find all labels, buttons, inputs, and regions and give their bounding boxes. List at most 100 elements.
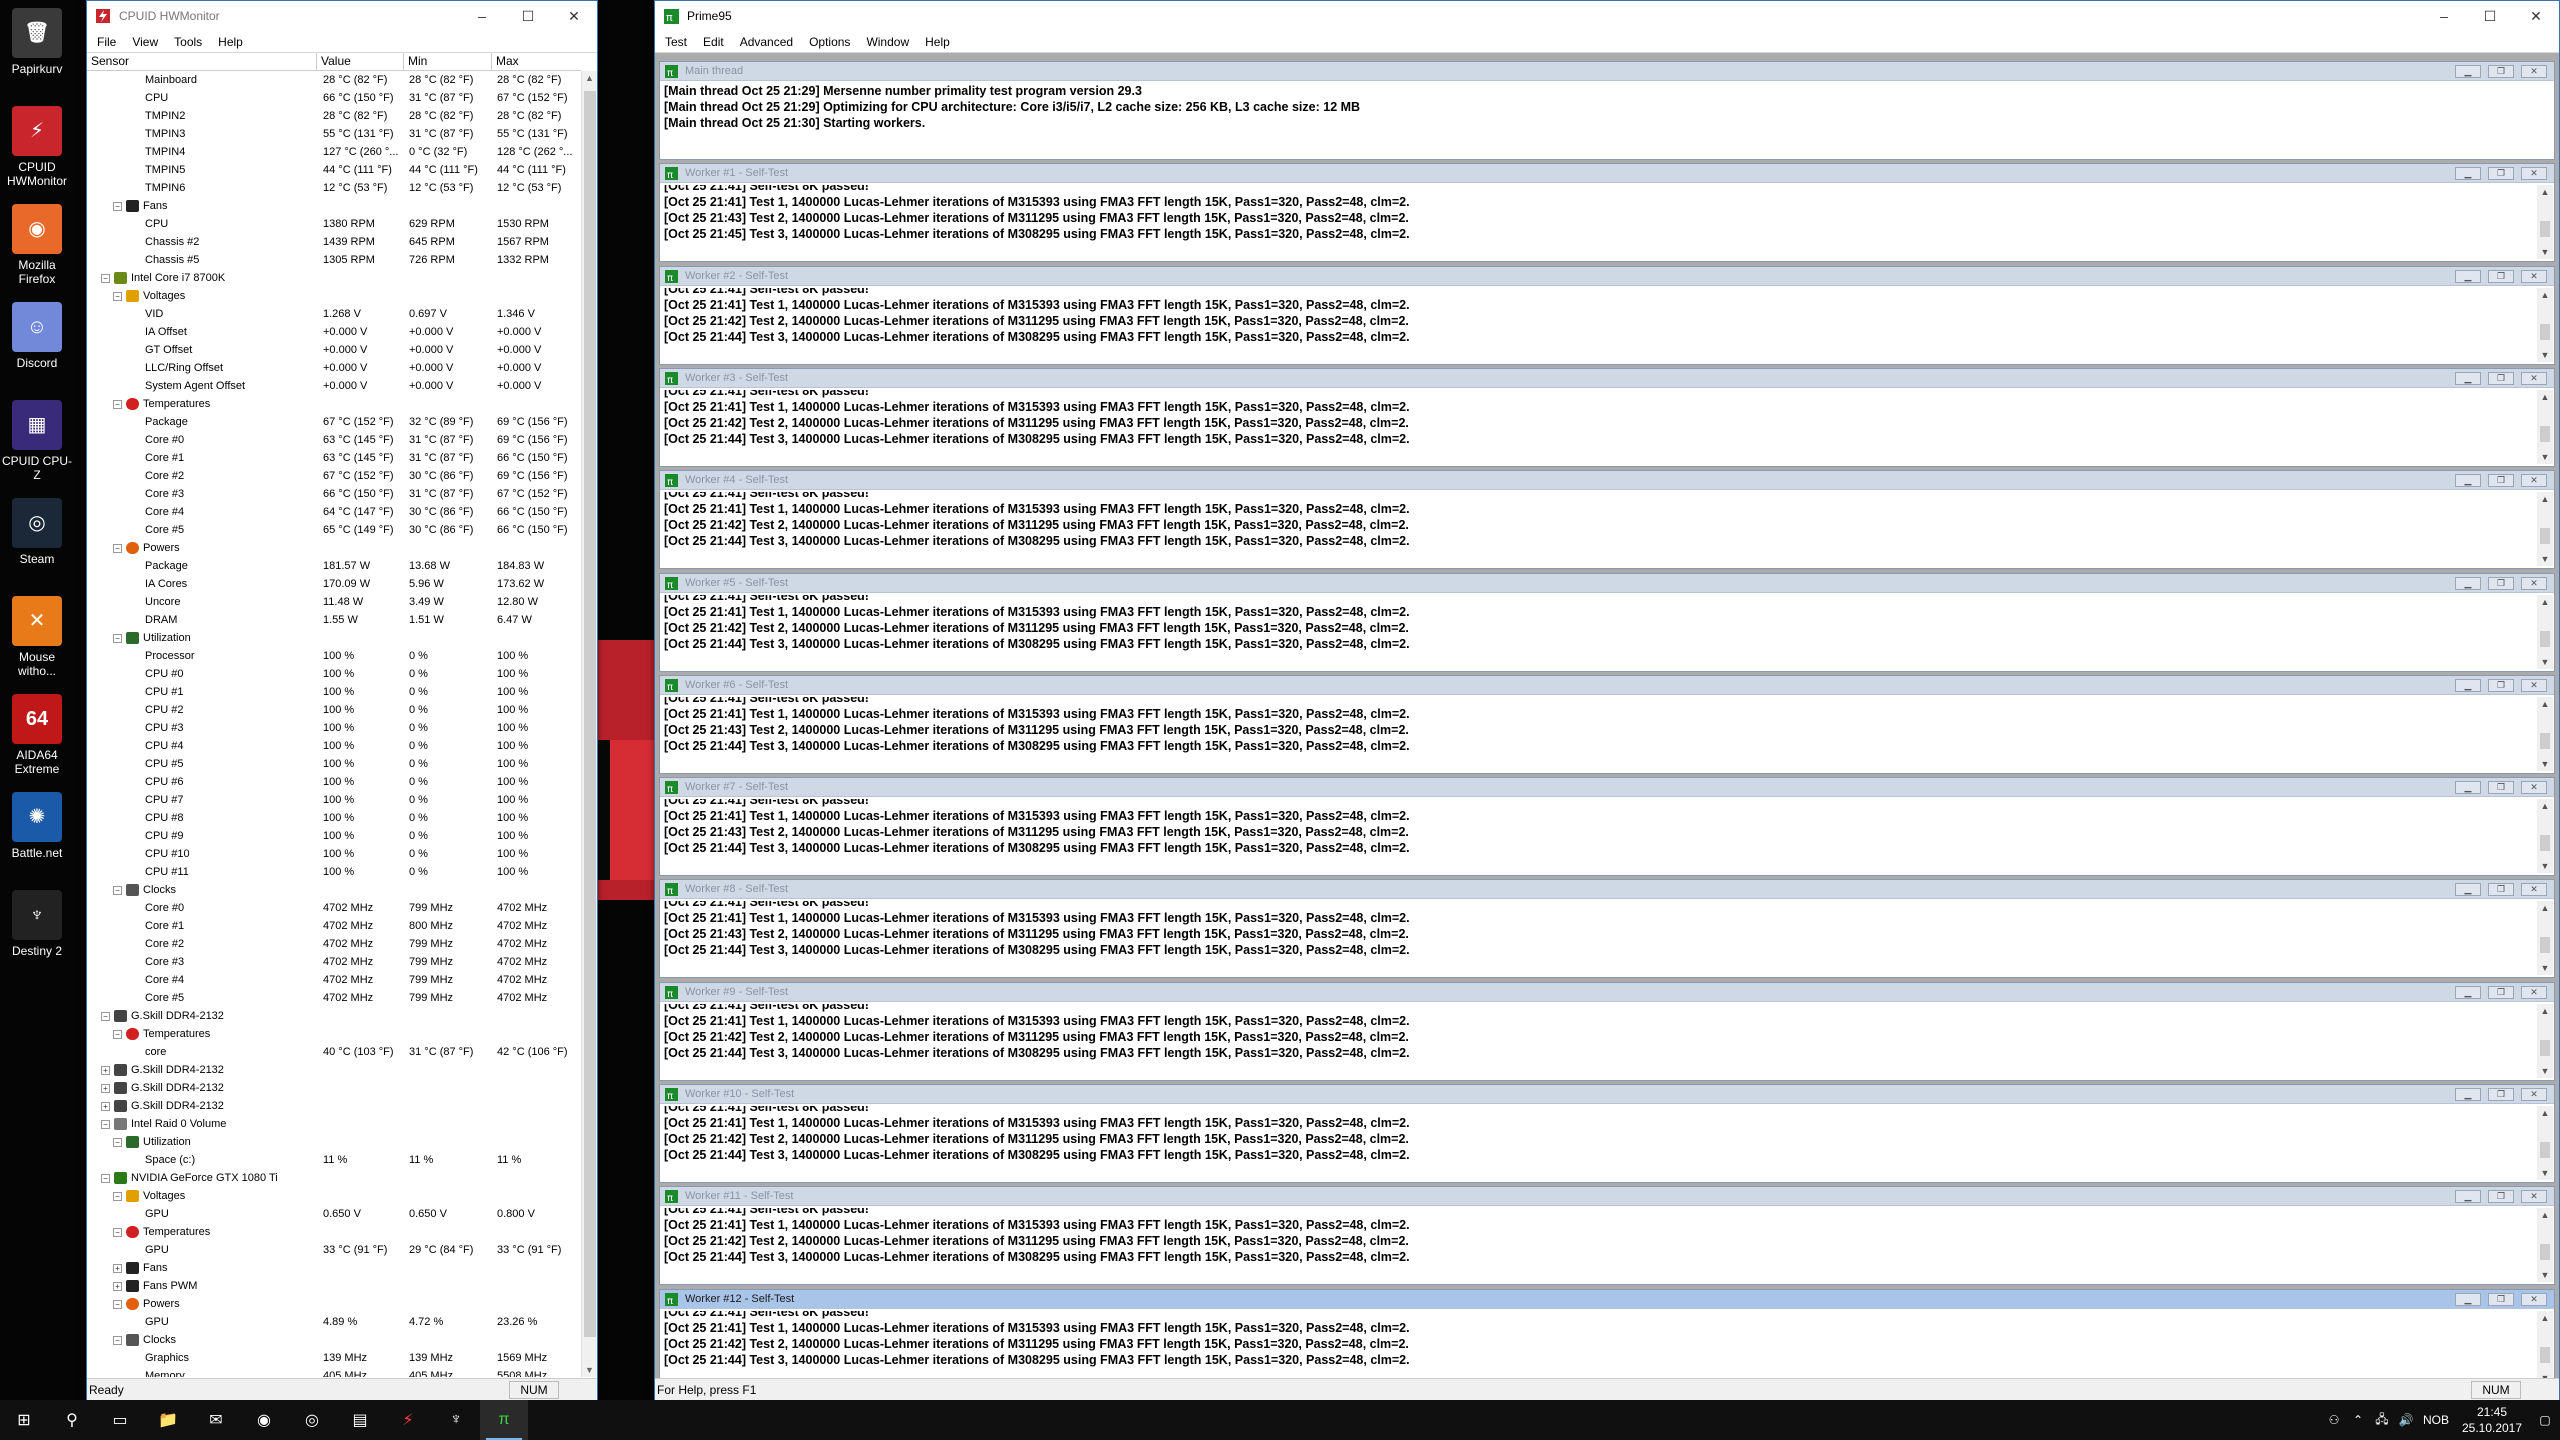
desktop-icon-hwmonitor[interactable]: ⚡ CPUID HWMonitor xyxy=(2,100,72,196)
desktop-icon-destiny2[interactable]: ♆ Destiny 2 xyxy=(2,884,72,980)
mdi-window-main-thread[interactable]: π Main thread ▁ ❐ ✕ [Main thread Oct 25 21:29… xyxy=(659,61,2555,160)
sensor-row[interactable]: TMPIN4 127 °C (260 °... 0 °C (32 °F) 128 °C… xyxy=(87,143,581,161)
sensor-row[interactable]: CPU #7 100 % 0 % 100 % xyxy=(87,791,581,809)
menu-advanced[interactable]: Advanced xyxy=(732,35,801,49)
mdi-window-worker-5-self-test[interactable]: π Worker #5 - Self-Test ▁ ❐ ✕ [Oct 25 21:41] … xyxy=(659,573,2555,672)
sensor-row[interactable]: VID 1.268 V 0.697 V 1.346 V xyxy=(87,305,581,323)
mdi-caption[interactable]: π Worker #2 - Self-Test ▁ ❐ ✕ xyxy=(660,267,2554,286)
mdi-restore-button[interactable]: ❐ xyxy=(2488,576,2514,590)
mdi-window-worker-7-self-test[interactable]: π Worker #7 - Self-Test ▁ ❐ ✕ [Oct 25 21:41] … xyxy=(659,777,2555,876)
mdi-minimize-button[interactable]: ▁ xyxy=(2455,1189,2481,1203)
menu-view[interactable]: View xyxy=(124,35,166,49)
mdi-scrollbar[interactable]: ▲▼ xyxy=(2537,1106,2553,1180)
maximize-button[interactable]: ☐ xyxy=(2467,1,2513,31)
sensor-row[interactable]: GPU 0.650 V 0.650 V 0.800 V xyxy=(87,1205,581,1223)
mdi-minimize-button[interactable]: ▁ xyxy=(2455,1292,2481,1306)
hwmonitor-titlebar[interactable]: CPUID HWMonitor – ☐ ✕ xyxy=(87,1,597,31)
mdi-scrollbar[interactable]: ▲▼ xyxy=(2537,1208,2553,1282)
menu-file[interactable]: File xyxy=(89,35,124,49)
mdi-close-button[interactable]: ✕ xyxy=(2521,269,2547,283)
sensor-group[interactable]: − Utilization xyxy=(87,629,581,647)
sensor-row[interactable]: CPU 1380 RPM 629 RPM 1530 RPM xyxy=(87,215,581,233)
mdi-scrollbar[interactable]: ▲▼ xyxy=(2537,799,2553,873)
prime95-taskbar-icon[interactable]: π xyxy=(480,1400,528,1440)
sensor-group[interactable]: − Powers xyxy=(87,539,581,557)
mdi-minimize-button[interactable]: ▁ xyxy=(2455,371,2481,385)
mdi-minimize-button[interactable]: ▁ xyxy=(2455,780,2481,794)
sensor-row[interactable]: CPU #8 100 % 0 % 100 % xyxy=(87,809,581,827)
mdi-restore-button[interactable]: ❐ xyxy=(2488,166,2514,180)
sensor-group[interactable]: − NVIDIA GeForce GTX 1080 Ti xyxy=(87,1169,581,1187)
mdi-window-worker-11-self-test[interactable]: π Worker #11 - Self-Test ▁ ❐ ✕ [Oct 25 21:41]… xyxy=(659,1186,2555,1285)
mdi-window-worker-1-self-test[interactable]: π Worker #1 - Self-Test ▁ ❐ ✕ [Oct 25 21:41] … xyxy=(659,163,2555,262)
collapse-toggle[interactable]: − xyxy=(113,634,122,643)
desktop-icon-battlenet[interactable]: ✺ Battle.net xyxy=(2,786,72,882)
menu-edit[interactable]: Edit xyxy=(695,35,732,49)
desktop-icon-discord[interactable]: ☺ Discord xyxy=(2,296,72,392)
collapse-toggle[interactable]: − xyxy=(113,1336,122,1345)
volume-icon[interactable]: 🔊 xyxy=(2394,1413,2418,1427)
start-button[interactable]: ⊞ xyxy=(0,1400,48,1440)
mdi-minimize-button[interactable]: ▁ xyxy=(2455,985,2481,999)
desktop-icon-steam[interactable]: ◎ Steam xyxy=(2,492,72,588)
sensor-row[interactable]: Uncore 11.48 W 3.49 W 12.80 W xyxy=(87,593,581,611)
sensor-row[interactable]: Core #2 4702 MHz 799 MHz 4702 MHz xyxy=(87,935,581,953)
mail-icon[interactable]: ✉ xyxy=(192,1400,240,1440)
sensor-group[interactable]: − Powers xyxy=(87,1295,581,1313)
collapse-toggle[interactable]: − xyxy=(113,1300,122,1309)
sensor-group[interactable]: + G.Skill DDR4-2132 xyxy=(87,1097,581,1115)
sensor-row[interactable]: Core #2 67 °C (152 °F) 30 °C (86 °F) 69 °C … xyxy=(87,467,581,485)
sensor-group[interactable]: − Voltages xyxy=(87,287,581,305)
collapse-toggle[interactable]: − xyxy=(113,886,122,895)
collapse-toggle[interactable]: − xyxy=(113,202,122,211)
file-explorer-icon[interactable]: 📁 xyxy=(144,1400,192,1440)
sensor-row[interactable]: CPU #0 100 % 0 % 100 % xyxy=(87,665,581,683)
collapse-toggle[interactable]: − xyxy=(113,400,122,409)
sensor-row[interactable]: LLC/Ring Offset +0.000 V +0.000 V +0.000 V xyxy=(87,359,581,377)
prime95-titlebar[interactable]: π Prime95 – ☐ ✕ xyxy=(655,1,2559,31)
mdi-window-worker-8-self-test[interactable]: π Worker #8 - Self-Test ▁ ❐ ✕ [Oct 25 21:41] … xyxy=(659,879,2555,978)
menu-options[interactable]: Options xyxy=(801,35,858,49)
app-taskbar-icon[interactable]: ▤ xyxy=(336,1400,384,1440)
mdi-restore-button[interactable]: ❐ xyxy=(2488,780,2514,794)
column-max[interactable]: Max xyxy=(492,53,581,70)
sensor-row[interactable]: DRAM 1.55 W 1.51 W 6.47 W xyxy=(87,611,581,629)
sensor-row[interactable]: TMPIN2 28 °C (82 °F) 28 °C (82 °F) 28 °C (8… xyxy=(87,107,581,125)
sensor-row[interactable]: Core #1 63 °C (145 °F) 31 °C (87 °F) 66 °C … xyxy=(87,449,581,467)
sensor-row[interactable]: Chassis #2 1439 RPM 645 RPM 1567 RPM xyxy=(87,233,581,251)
sensor-group[interactable]: + Fans PWM xyxy=(87,1277,581,1295)
mdi-close-button[interactable]: ✕ xyxy=(2521,1292,2547,1306)
sensor-group[interactable]: − Temperatures xyxy=(87,1223,581,1241)
sensor-row[interactable]: IA Cores 170.09 W 5.96 W 173.62 W xyxy=(87,575,581,593)
mdi-scrollbar[interactable]: ▲▼ xyxy=(2537,185,2553,259)
maximize-button[interactable]: ☐ xyxy=(505,1,551,31)
mdi-caption[interactable]: π Worker #3 - Self-Test ▁ ❐ ✕ xyxy=(660,369,2554,388)
sensor-row[interactable]: CPU #5 100 % 0 % 100 % xyxy=(87,755,581,773)
hwmonitor-scrollbar[interactable]: ▲ ▼ xyxy=(581,71,597,1377)
sensor-row[interactable]: CPU #4 100 % 0 % 100 % xyxy=(87,737,581,755)
mdi-restore-button[interactable]: ❐ xyxy=(2488,985,2514,999)
mdi-scrollbar[interactable]: ▲▼ xyxy=(2537,901,2553,975)
mdi-close-button[interactable]: ✕ xyxy=(2521,473,2547,487)
mdi-close-button[interactable]: ✕ xyxy=(2521,678,2547,692)
mdi-close-button[interactable]: ✕ xyxy=(2521,882,2547,896)
task-view-icon[interactable]: ▭ xyxy=(96,1400,144,1440)
sensor-row[interactable]: Package 181.57 W 13.68 W 184.83 W xyxy=(87,557,581,575)
mdi-scrollbar[interactable]: ▲▼ xyxy=(2537,390,2553,464)
sensor-row[interactable]: Core #3 66 °C (150 °F) 31 °C (87 °F) 67 °C … xyxy=(87,485,581,503)
menu-help[interactable]: Help xyxy=(917,35,958,49)
network-icon[interactable]: 🖧 xyxy=(2370,1410,2394,1431)
clock[interactable]: 21:45 25.10.2017 xyxy=(2454,1404,2530,1436)
collapse-toggle[interactable]: − xyxy=(101,1174,110,1183)
mdi-restore-button[interactable]: ❐ xyxy=(2488,64,2514,78)
mdi-caption[interactable]: π Worker #11 - Self-Test ▁ ❐ ✕ xyxy=(660,1187,2554,1206)
mdi-minimize-button[interactable]: ▁ xyxy=(2455,1087,2481,1101)
collapse-toggle[interactable]: − xyxy=(101,274,110,283)
sensor-row[interactable]: TMPIN3 55 °C (131 °F) 31 °C (87 °F) 55 °C (… xyxy=(87,125,581,143)
sensor-group[interactable]: − G.Skill DDR4-2132 xyxy=(87,1007,581,1025)
mdi-minimize-button[interactable]: ▁ xyxy=(2455,678,2481,692)
sensor-row[interactable]: Memory 405 MHz 405 MHz 5508 MHz xyxy=(87,1367,581,1377)
mdi-caption[interactable]: π Worker #7 - Self-Test ▁ ❐ ✕ xyxy=(660,778,2554,797)
mdi-caption[interactable]: π Main thread ▁ ❐ ✕ xyxy=(660,62,2554,81)
mdi-close-button[interactable]: ✕ xyxy=(2521,166,2547,180)
